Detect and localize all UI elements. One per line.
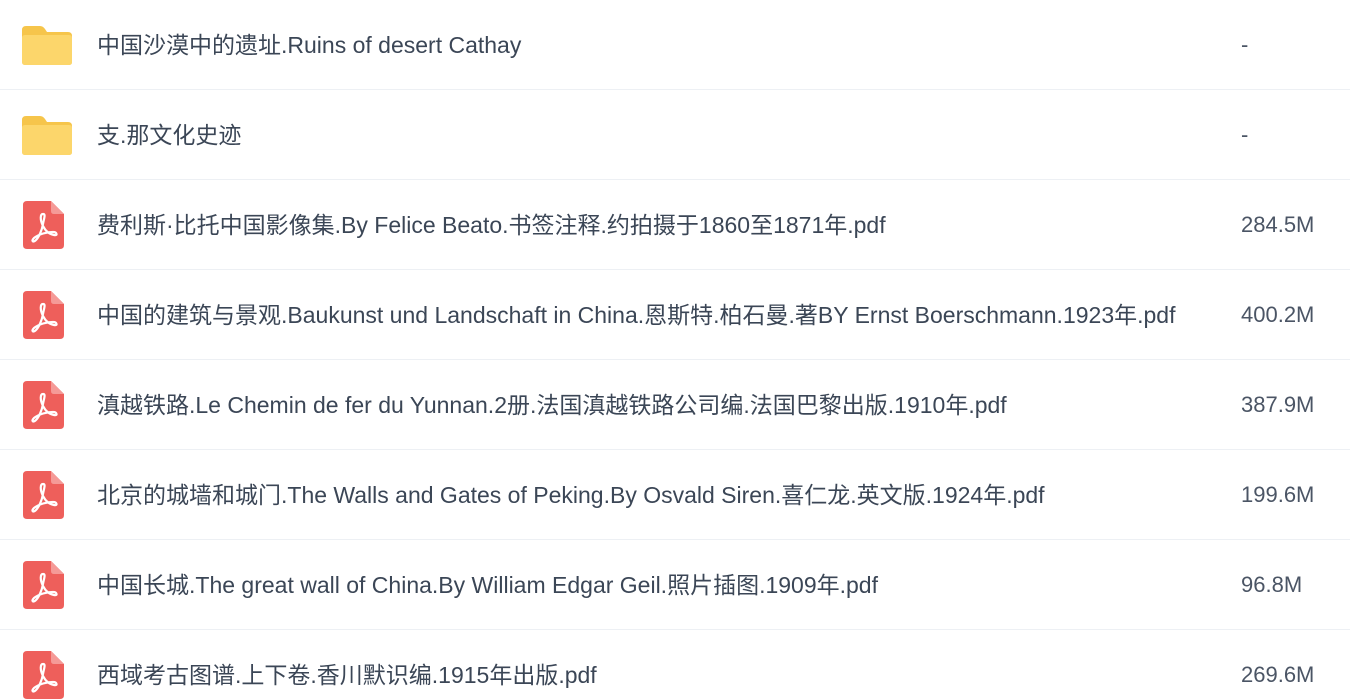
- file-name: 西域考古图谱.上下卷.香川默识编.1915年出版.pdf: [97, 662, 597, 688]
- file-size: 269.6M: [1241, 662, 1315, 687]
- pdf-icon: [20, 650, 66, 700]
- pdf-icon: [20, 560, 66, 610]
- pdf-icon: [20, 290, 66, 340]
- file-name: 北京的城墙和城门.The Walls and Gates of Peking.B…: [97, 482, 1045, 508]
- file-size: 284.5M: [1241, 212, 1315, 237]
- file-size: -: [1241, 122, 1249, 147]
- list-item[interactable]: 滇越铁路.Le Chemin de fer du Yunnan.2册.法国滇越铁…: [0, 360, 1350, 450]
- file-size: 199.6M: [1241, 482, 1315, 507]
- file-name: 中国长城.The great wall of China.By William …: [97, 572, 878, 598]
- file-list: 中国沙漠中的遗址.Ruins of desert Cathay - 支.那文化史…: [0, 0, 1350, 700]
- file-name: 支.那文化史迹: [97, 122, 242, 148]
- folder-icon: [20, 24, 74, 66]
- list-item[interactable]: 北京的城墙和城门.The Walls and Gates of Peking.B…: [0, 450, 1350, 540]
- file-name: 中国沙漠中的遗址.Ruins of desert Cathay: [97, 32, 522, 58]
- pdf-icon: [20, 470, 66, 520]
- file-size: 387.9M: [1241, 392, 1315, 417]
- file-name: 滇越铁路.Le Chemin de fer du Yunnan.2册.法国滇越铁…: [97, 392, 1007, 418]
- pdf-icon: [20, 200, 66, 250]
- list-item[interactable]: 费利斯·比托中国影像集.By Felice Beato.书签注释.约拍摄于186…: [0, 180, 1350, 270]
- list-item[interactable]: 中国的建筑与景观.Baukunst und Landschaft in Chin…: [0, 270, 1350, 360]
- list-item[interactable]: 中国长城.The great wall of China.By William …: [0, 540, 1350, 630]
- file-name: 费利斯·比托中国影像集.By Felice Beato.书签注释.约拍摄于186…: [97, 212, 886, 238]
- pdf-icon: [20, 380, 66, 430]
- folder-icon: [20, 114, 74, 156]
- file-size: 96.8M: [1241, 572, 1303, 597]
- list-item[interactable]: 支.那文化史迹 -: [0, 90, 1350, 180]
- list-item[interactable]: 西域考古图谱.上下卷.香川默识编.1915年出版.pdf 269.6M: [0, 630, 1350, 700]
- file-size: -: [1241, 32, 1249, 57]
- file-size: 400.2M: [1241, 302, 1315, 327]
- file-name: 中国的建筑与景观.Baukunst und Landschaft in Chin…: [97, 302, 1176, 328]
- list-item[interactable]: 中国沙漠中的遗址.Ruins of desert Cathay -: [0, 0, 1350, 90]
